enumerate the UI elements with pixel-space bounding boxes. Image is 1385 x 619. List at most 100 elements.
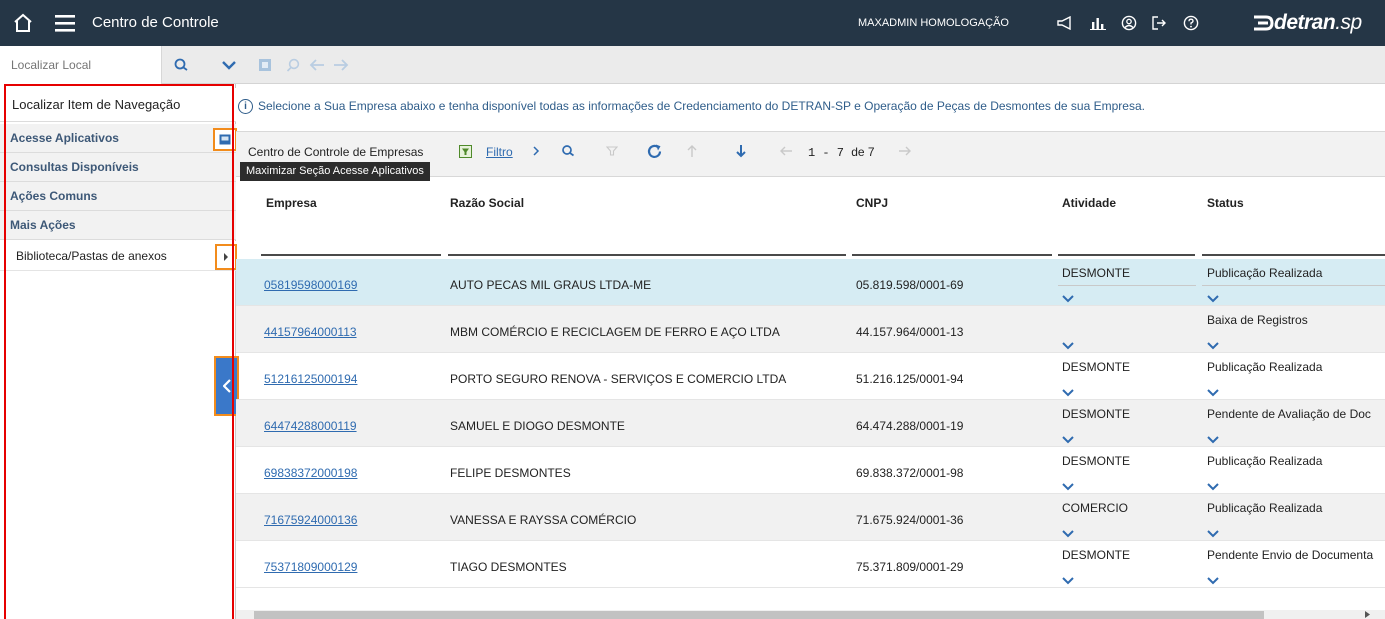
status-cell: Baixa de Registros bbox=[1207, 313, 1308, 327]
search-toggle-icon[interactable] bbox=[282, 52, 304, 78]
atividade-dropdown-chevron-icon[interactable] bbox=[1062, 337, 1076, 350]
expand-item-button[interactable] bbox=[215, 244, 237, 270]
column-header-empresa[interactable]: Empresa bbox=[266, 196, 317, 210]
status-cell: Publicação Realizada bbox=[1207, 360, 1323, 374]
table-row[interactable]: 05819598000169 AUTO PECAS MIL GRAUS LTDA-… bbox=[236, 259, 1385, 306]
chevron-down-icon[interactable] bbox=[216, 52, 242, 78]
horizontal-scrollbar-thumb[interactable] bbox=[254, 611, 1264, 619]
grid-title: Centro de Controle de Empresas bbox=[248, 145, 424, 159]
nav-section-acoes-comuns[interactable]: Ações Comuns bbox=[0, 182, 236, 211]
status-dropdown-chevron-icon[interactable] bbox=[1207, 290, 1221, 303]
atividade-dropdown-chevron-icon[interactable] bbox=[1062, 384, 1076, 397]
collapse-panel-button[interactable] bbox=[216, 358, 237, 414]
filter-underline-cnpj bbox=[852, 254, 1052, 256]
atividade-cell: DESMONTE bbox=[1062, 360, 1131, 374]
company-id-link[interactable]: 75371809000129 bbox=[264, 560, 357, 574]
toolbar bbox=[0, 46, 1385, 84]
logout-icon[interactable] bbox=[1148, 12, 1170, 34]
previous-page-icon[interactable] bbox=[778, 143, 794, 159]
status-dropdown-chevron-icon[interactable] bbox=[1207, 337, 1221, 350]
razao-social-cell: AUTO PECAS MIL GRAUS LTDA-ME bbox=[450, 278, 652, 292]
status-cell: Publicação Realizada bbox=[1207, 501, 1323, 515]
bulletin-icon[interactable] bbox=[1054, 13, 1076, 33]
chevron-right-icon[interactable] bbox=[530, 144, 542, 158]
status-dropdown-chevron-icon[interactable] bbox=[1207, 572, 1221, 585]
nav-item-library-attachments[interactable]: Biblioteca/Pastas de anexos bbox=[0, 241, 236, 271]
refresh-icon[interactable] bbox=[644, 141, 664, 161]
column-header-atividade[interactable]: Atividade bbox=[1062, 196, 1116, 210]
table-row[interactable]: 71675924000136 VANESSA E RAYSSA COMÉRCIO 7… bbox=[236, 494, 1385, 541]
status-dropdown-chevron-icon[interactable] bbox=[1207, 431, 1221, 444]
report-chart-icon[interactable] bbox=[1087, 13, 1109, 33]
atividade-dropdown-chevron-icon[interactable] bbox=[1062, 290, 1076, 303]
nav-section-acesse-aplicativos[interactable]: Acesse Aplicativos bbox=[0, 124, 236, 153]
table-row[interactable]: 44157964000113 MBM COMÉRCIO E RECICLAGEM … bbox=[236, 306, 1385, 353]
filter-link[interactable]: Filtro bbox=[486, 145, 513, 159]
atividade-dropdown-chevron-icon[interactable] bbox=[1062, 431, 1076, 444]
filter-underline-status bbox=[1202, 254, 1385, 256]
table-row[interactable]: 75371809000129 TIAGO DESMONTES 75.371.809/… bbox=[236, 541, 1385, 588]
maximize-tooltip: Maximizar Seção Acesse Aplicativos bbox=[240, 162, 430, 181]
cnpj-cell: 64.474.288/0001-19 bbox=[856, 419, 964, 433]
top-bar: Centro de Controle MAXADMIN HOMOLOGAÇÃO … bbox=[0, 0, 1385, 46]
hamburger-menu-icon[interactable] bbox=[52, 11, 78, 35]
download-icon[interactable] bbox=[733, 143, 749, 159]
filter-underline-empresa bbox=[261, 254, 441, 256]
cnpj-cell: 44.157.964/0001-13 bbox=[856, 325, 964, 339]
brand-suffix: .sp bbox=[1335, 11, 1362, 34]
filter-icon[interactable] bbox=[457, 143, 473, 159]
company-id-link[interactable]: 64474288000119 bbox=[264, 419, 357, 433]
status-cell: Publicação Realizada bbox=[1207, 266, 1323, 280]
atividade-cell: COMERCIO bbox=[1062, 501, 1128, 515]
atividade-dropdown-chevron-icon[interactable] bbox=[1062, 572, 1076, 585]
table-row[interactable]: 69838372000198 FELIPE DESMONTES 69.838.372… bbox=[236, 447, 1385, 494]
search-icon[interactable] bbox=[168, 52, 194, 78]
user-name: MAXADMIN HOMOLOGAÇÃO bbox=[858, 17, 1009, 29]
app-title: Centro de Controle bbox=[92, 14, 219, 31]
atividade-dropdown-chevron-icon[interactable] bbox=[1062, 478, 1076, 491]
column-header-status[interactable]: Status bbox=[1207, 196, 1244, 210]
atividade-cell: DESMONTE bbox=[1062, 548, 1131, 562]
column-header-razao-social[interactable]: Razão Social bbox=[450, 196, 524, 210]
status-dropdown-chevron-icon[interactable] bbox=[1207, 384, 1221, 397]
column-header-cnpj[interactable]: CNPJ bbox=[856, 196, 888, 210]
status-field-underline bbox=[1202, 285, 1385, 286]
arrow-right-icon[interactable] bbox=[330, 52, 352, 78]
clear-filter-icon[interactable] bbox=[604, 143, 620, 159]
user-profile-icon[interactable] bbox=[1118, 12, 1140, 34]
status-dropdown-chevron-icon[interactable] bbox=[1207, 525, 1221, 538]
scroll-right-icon[interactable] bbox=[1362, 610, 1372, 619]
company-id-link[interactable]: 71675924000136 bbox=[264, 513, 357, 527]
nav-section-mais-acoes[interactable]: Mais Ações bbox=[0, 211, 236, 240]
atividade-dropdown-chevron-icon[interactable] bbox=[1062, 525, 1076, 538]
razao-social-cell: SAMUEL E DIOGO DESMONTE bbox=[450, 419, 625, 433]
razao-social-cell: TIAGO DESMONTES bbox=[450, 560, 567, 574]
locate-place-input[interactable] bbox=[0, 46, 162, 84]
table-row[interactable]: 51216125000194 PORTO SEGURO RENOVA - SERV… bbox=[236, 353, 1385, 400]
info-message: i Selecione a Sua Empresa abaixo e tenha… bbox=[236, 84, 1385, 128]
save-icon[interactable] bbox=[254, 52, 276, 78]
cnpj-cell: 71.675.924/0001-36 bbox=[856, 513, 964, 527]
company-id-link[interactable]: 05819598000169 bbox=[264, 278, 357, 292]
company-id-link[interactable]: 69838372000198 bbox=[264, 466, 357, 480]
status-cell: Publicação Realizada bbox=[1207, 454, 1323, 468]
cnpj-cell: 75.371.809/0001-29 bbox=[856, 560, 964, 574]
home-icon[interactable] bbox=[10, 11, 36, 35]
locate-navigation-item-field[interactable]: Localizar Item de Navegação bbox=[0, 88, 236, 122]
search-table-icon[interactable] bbox=[559, 142, 577, 160]
nav-section-consultas-disponiveis[interactable]: Consultas Disponíveis bbox=[0, 153, 236, 182]
arrow-left-icon[interactable] bbox=[306, 52, 328, 78]
maximize-section-button[interactable] bbox=[213, 128, 237, 151]
maximize-icon bbox=[219, 134, 231, 145]
sort-up-icon[interactable] bbox=[684, 143, 700, 159]
company-id-link[interactable]: 44157964000113 bbox=[264, 325, 357, 339]
help-icon[interactable] bbox=[1180, 12, 1202, 34]
cnpj-cell: 69.838.372/0001-98 bbox=[856, 466, 964, 480]
caret-right-icon bbox=[224, 253, 228, 261]
status-dropdown-chevron-icon[interactable] bbox=[1207, 478, 1221, 491]
atividade-field-underline bbox=[1058, 285, 1196, 286]
next-page-icon[interactable] bbox=[896, 143, 912, 159]
company-id-link[interactable]: 51216125000194 bbox=[264, 372, 357, 386]
pager-total: de 7 bbox=[851, 145, 875, 159]
table-row[interactable]: 64474288000119 SAMUEL E DIOGO DESMONTE 64.… bbox=[236, 400, 1385, 447]
